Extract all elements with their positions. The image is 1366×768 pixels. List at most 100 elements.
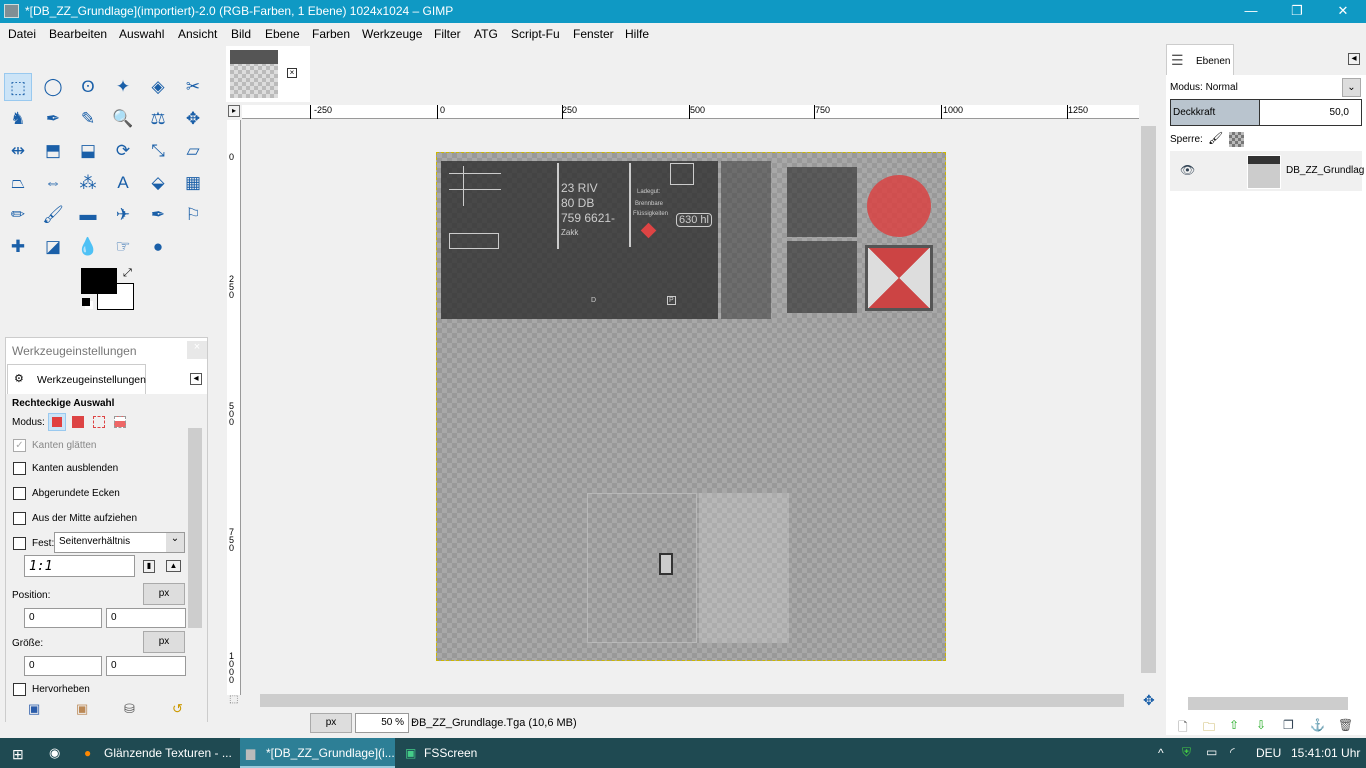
save-options-icon[interactable]: ▣ <box>28 701 40 717</box>
minimize-button[interactable]: — <box>1228 0 1274 23</box>
opacity-slider[interactable]: Deckkraft 50,0 <box>1170 99 1362 126</box>
perspective-tool-icon[interactable]: ⏢ <box>4 169 32 197</box>
maximize-button[interactable]: ❐ <box>1274 0 1320 23</box>
foreground-select-tool-icon[interactable]: ♞ <box>4 105 32 133</box>
taskbar-item-fsscreen[interactable]: ▣ FSScreen <box>398 738 558 768</box>
dodge-burn-tool-icon[interactable]: ● <box>144 233 172 261</box>
image-tab[interactable]: × <box>226 46 310 102</box>
security-icon[interactable]: ⛨ <box>1182 745 1191 760</box>
menu-hilfe[interactable]: Hilfe <box>625 27 649 41</box>
position-y-input[interactable]: 0 <box>106 608 186 628</box>
menu-auswahl[interactable]: Auswahl <box>119 27 164 41</box>
clone-tool-icon[interactable]: ⚐ <box>179 201 207 229</box>
zoom-select[interactable]: 50 % <box>355 713 409 733</box>
menu-fenster[interactable]: Fenster <box>573 27 614 41</box>
paintbrush-tool-icon[interactable]: 🖌 <box>39 201 67 229</box>
portrait-icon[interactable]: ▮ <box>143 560 155 573</box>
size-y-input[interactable]: 0 <box>106 656 186 676</box>
power-icon[interactable]: ▭ <box>1206 745 1217 759</box>
start-button[interactable]: ⊞ <box>12 746 24 763</box>
reset-options-icon[interactable]: ↺ <box>172 701 183 717</box>
reset-colors-icon[interactable] <box>82 298 90 306</box>
mode-intersect-button[interactable] <box>114 416 126 428</box>
new-layer-group-icon[interactable]: 🗀 <box>1203 718 1215 739</box>
tab-layers[interactable]: ☰ Ebenen <box>1166 44 1234 75</box>
layer-row[interactable]: 👁 DB_ZZ_Grundlag <box>1170 151 1364 191</box>
menu-ebene[interactable]: Ebene <box>265 27 300 41</box>
scissors-tool-icon[interactable]: ✂ <box>179 73 207 101</box>
antialias-checkbox[interactable]: ✓ <box>13 439 26 452</box>
new-layer-icon[interactable]: 🗋 <box>1178 718 1188 739</box>
lock-pixels-icon[interactable]: 🖌 <box>1208 131 1223 145</box>
close-button[interactable]: ✕ <box>1320 0 1366 23</box>
move-tool-icon[interactable]: ✥ <box>179 105 207 133</box>
free-select-tool-icon[interactable]: ʘ <box>74 73 102 101</box>
menu-bearbeiten[interactable]: Bearbeiten <box>49 27 107 41</box>
transform-tool-icon[interactable]: ⬒ <box>39 137 67 165</box>
text-tool-icon[interactable]: A <box>109 169 137 197</box>
tab-tool-options[interactable]: ⚙ Werkzeugeinstellungen <box>7 364 146 394</box>
tray-chevron-icon[interactable]: ^ <box>1158 746 1164 760</box>
menu-datei[interactable]: Datei <box>8 27 36 41</box>
paths-tool-icon[interactable]: ✒ <box>39 105 67 133</box>
color-select-tool-icon[interactable]: ◈ <box>144 73 172 101</box>
scale-tool-icon[interactable]: ⤡ <box>144 137 172 165</box>
layers-scrollbar[interactable] <box>1188 697 1348 710</box>
shear-tool-icon[interactable]: ▱ <box>179 137 207 165</box>
fuzzy-select-tool-icon[interactable]: ✦ <box>109 73 137 101</box>
airbrush-tool-icon[interactable]: ✈ <box>109 201 137 229</box>
mode-replace-button[interactable] <box>48 413 66 431</box>
cage-tool-icon[interactable]: ⁂ <box>74 169 102 197</box>
vertical-scrollbar[interactable] <box>1141 126 1156 673</box>
landscape-icon[interactable]: ▲ <box>166 560 181 572</box>
zoom-to-fit-icon[interactable]: ⬚ <box>229 694 238 705</box>
rotate-tool-icon[interactable]: ⟳ <box>109 137 137 165</box>
rect-select-tool-icon[interactable]: ⬚ <box>4 73 32 101</box>
options-scrollbar[interactable] <box>188 428 202 628</box>
menu-atg[interactable]: ATG <box>474 27 498 41</box>
blend-tool-icon[interactable]: ▦ <box>179 169 207 197</box>
fixed-select[interactable]: Seitenverhältnis ⌄ <box>54 532 185 553</box>
highlight-checkbox[interactable] <box>13 683 26 696</box>
delete-options-icon[interactable]: ⛁ <box>124 701 135 717</box>
wifi-icon[interactable]: ◜ <box>1230 745 1235 759</box>
horizontal-ruler[interactable]: -250 0 250 500 750 1000 1250 <box>242 105 1139 119</box>
raise-layer-icon[interactable]: ⇧ <box>1229 718 1239 732</box>
lower-layer-icon[interactable]: ⇩ <box>1256 718 1266 732</box>
position-unit-select[interactable]: px <box>143 583 185 605</box>
flip-tool-icon[interactable]: ⇔ <box>39 169 67 197</box>
from-center-checkbox[interactable] <box>13 512 26 525</box>
size-x-input[interactable]: 0 <box>24 656 102 676</box>
dialog-close-button[interactable]: × <box>187 341 207 359</box>
menu-werkzeuge[interactable]: Werkzeuge <box>362 27 422 41</box>
ellipse-select-tool-icon[interactable]: ◯ <box>39 73 67 101</box>
clock[interactable]: 15:41:01 Uhr <box>1291 746 1360 760</box>
vertical-ruler[interactable]: 0 250 500 750 1000 <box>227 120 241 695</box>
size-unit-select[interactable]: px <box>143 631 185 653</box>
perspective-clone-tool-icon[interactable]: ◪ <box>39 233 67 261</box>
taskbar-item-gimp[interactable]: ▆ *[DB_ZZ_Grundlage](i... <box>240 738 395 768</box>
image-canvas[interactable]: 23 RIV 80 DB 759 6621- Zakk Ladegut: Bre… <box>436 152 946 661</box>
feather-checkbox[interactable] <box>13 462 26 475</box>
blur-tool-icon[interactable]: 💧 <box>74 233 102 261</box>
unit-select[interactable]: px <box>310 713 352 733</box>
menu-bild[interactable]: Bild <box>231 27 251 41</box>
restore-options-icon[interactable]: ▣ <box>76 701 88 717</box>
menu-farben[interactable]: Farben <box>312 27 350 41</box>
anchor-layer-icon[interactable]: ⚓ <box>1310 718 1325 732</box>
menu-filter[interactable]: Filter <box>434 27 461 41</box>
ratio-input[interactable]: 1:1 <box>24 555 135 577</box>
eraser-tool-icon[interactable]: ▬ <box>74 201 102 229</box>
pencil-tool-icon[interactable]: ✏ <box>4 201 32 229</box>
color-picker-tool-icon[interactable]: ✎ <box>74 105 102 133</box>
crop-tool-icon[interactable]: ⬓ <box>74 137 102 165</box>
lock-alpha-icon[interactable] <box>1229 132 1244 147</box>
menu-script-fu[interactable]: Script-Fu <box>511 27 560 41</box>
swap-colors-icon[interactable]: ⤢ <box>123 267 132 280</box>
mode-subtract-button[interactable] <box>93 416 105 428</box>
rounded-corners-checkbox[interactable] <box>13 487 26 500</box>
taskbar-item-firefox[interactable]: ● Glänzende Texturen - ... <box>78 738 234 768</box>
cortana-icon[interactable]: ◉ <box>49 745 60 761</box>
align-tool-icon[interactable]: ⇹ <box>4 137 32 165</box>
horizontal-scrollbar[interactable] <box>260 694 1124 707</box>
